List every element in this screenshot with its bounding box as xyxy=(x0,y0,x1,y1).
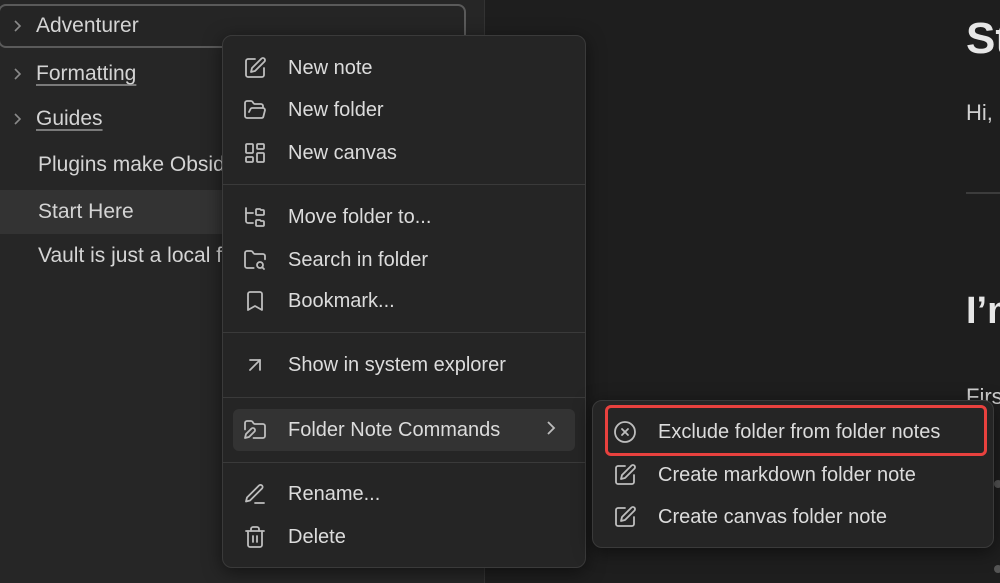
folder-open-icon xyxy=(233,98,277,122)
menu-item-label: Folder Note Commands xyxy=(288,418,501,441)
menu-item-new-canvas[interactable]: New canvas xyxy=(233,133,575,173)
menu-item-delete[interactable]: Delete xyxy=(233,517,575,557)
edit-icon xyxy=(233,56,277,80)
tree-item-label: Formatting xyxy=(36,62,137,85)
bookmark-icon xyxy=(233,289,277,313)
menu-item-folder-note-commands[interactable]: Folder Note Commands xyxy=(233,409,575,451)
menu-item-new-folder[interactable]: New folder xyxy=(233,90,575,130)
edit-icon xyxy=(603,463,647,487)
arrow-up-right-icon xyxy=(233,353,277,377)
chevron-right-icon[interactable] xyxy=(0,19,36,33)
menu-item-new-note[interactable]: New note xyxy=(233,48,575,88)
note-heading: I’m xyxy=(966,290,1000,332)
trash-icon xyxy=(233,525,277,549)
menu-item-rename[interactable]: Rename... xyxy=(233,474,575,514)
menu-item-search-in-folder[interactable]: Search in folder xyxy=(233,240,575,280)
menu-item-label: Search in folder xyxy=(288,248,429,271)
folder-note-submenu: Exclude folder from folder notes Create … xyxy=(592,400,994,548)
menu-item-label: Create canvas folder note xyxy=(658,505,888,528)
menu-item-label: Exclude folder from folder notes xyxy=(658,420,941,443)
tree-item-label: Plugins make Obsidian xyxy=(38,153,253,176)
menu-item-move-folder[interactable]: Move folder to... xyxy=(233,197,575,237)
tree-item-label: Guides xyxy=(36,107,103,130)
folder-tree-icon xyxy=(233,205,277,229)
menu-item-label: New note xyxy=(288,56,373,79)
note-title: Start Here xyxy=(966,14,1000,63)
folder-search-icon xyxy=(233,248,277,272)
chevron-right-icon[interactable] xyxy=(0,112,36,126)
scrollbar-thumb[interactable] xyxy=(994,565,1000,573)
layout-dashboard-icon xyxy=(233,141,277,165)
menu-item-label: Create markdown folder note xyxy=(658,463,916,486)
menu-separator xyxy=(223,397,585,398)
menu-item-label: Move folder to... xyxy=(288,205,432,228)
menu-separator xyxy=(223,332,585,333)
tree-item-label: Adventurer xyxy=(36,14,139,37)
tree-item-label: Start Here xyxy=(38,200,134,223)
menu-item-label: Bookmark... xyxy=(288,289,395,312)
menu-item-bookmark[interactable]: Bookmark... xyxy=(233,281,575,321)
menu-item-label: New canvas xyxy=(288,141,397,164)
x-circle-icon xyxy=(603,420,647,444)
note-paragraph: Hi, xyxy=(966,100,993,125)
submenu-item-create-canvas[interactable]: Create canvas folder note xyxy=(603,497,983,537)
menu-item-label: Show in system explorer xyxy=(288,353,506,376)
menu-item-label: New folder xyxy=(288,98,384,121)
context-menu: New note New folder New canvas Move fold… xyxy=(222,35,586,568)
menu-item-label: Rename... xyxy=(288,482,381,505)
submenu-item-exclude-folder[interactable]: Exclude folder from folder notes xyxy=(603,412,983,452)
chevron-right-icon[interactable] xyxy=(0,67,36,81)
menu-separator xyxy=(223,462,585,463)
horizontal-rule xyxy=(966,192,1000,194)
menu-item-label: Delete xyxy=(288,525,346,548)
edit-icon xyxy=(603,505,647,529)
menu-separator xyxy=(223,184,585,185)
submenu-item-create-markdown[interactable]: Create markdown folder note xyxy=(603,455,983,495)
scrollbar-thumb[interactable] xyxy=(994,480,1000,488)
pencil-icon xyxy=(233,482,277,506)
menu-item-show-in-explorer[interactable]: Show in system explorer xyxy=(233,345,575,385)
chevron-right-icon xyxy=(545,419,557,442)
folder-edit-icon xyxy=(233,418,277,442)
